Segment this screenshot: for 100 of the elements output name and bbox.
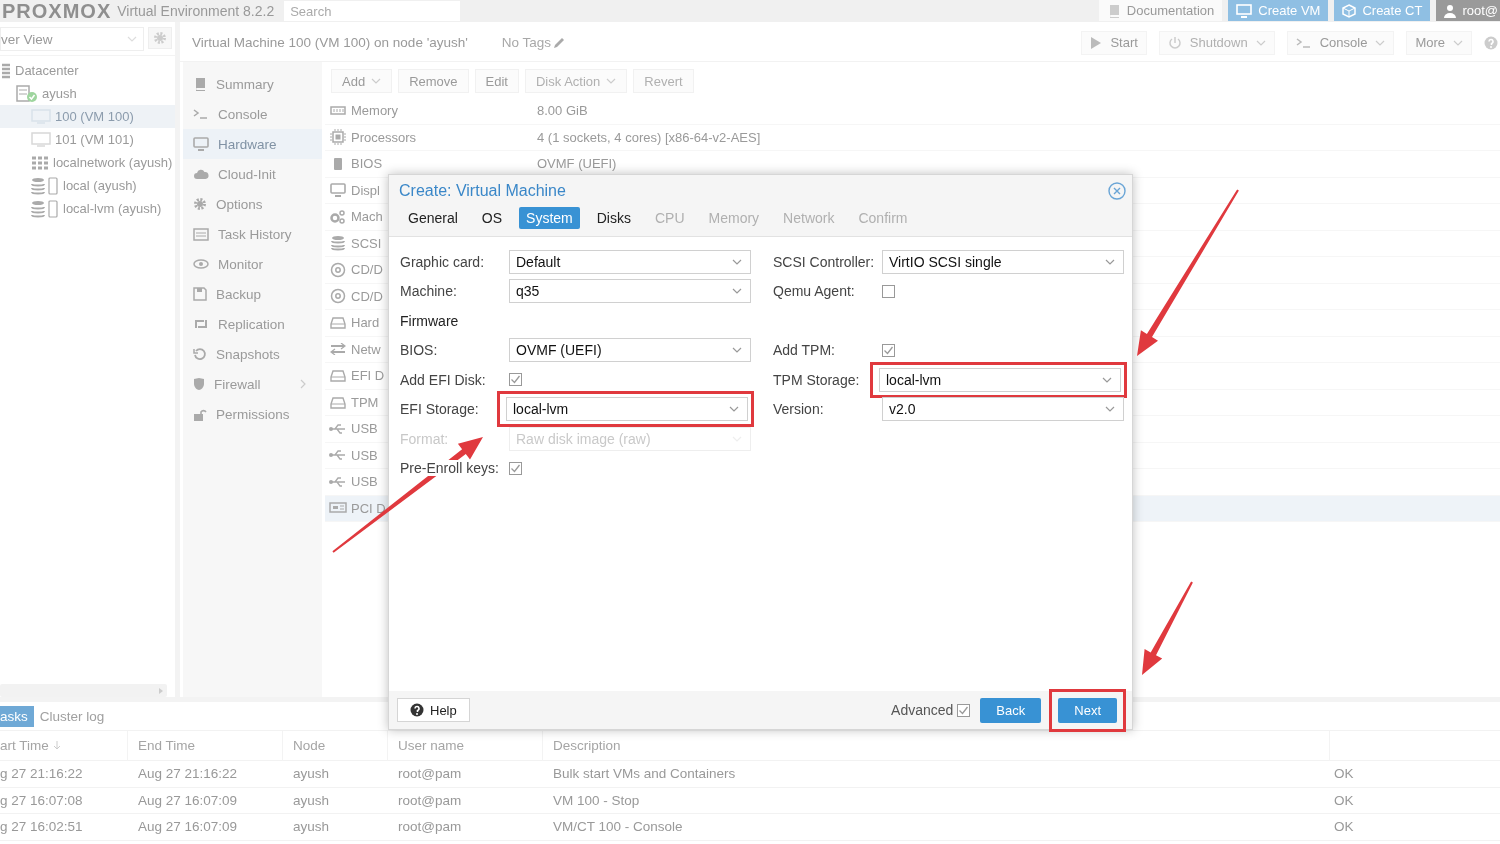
nav-item[interactable]: Options (183, 189, 322, 219)
table-cell: OK (1330, 761, 1500, 788)
settings-button[interactable] (148, 27, 172, 49)
search-field[interactable]: Search (284, 1, 461, 21)
memory-icon (330, 105, 346, 116)
dropdown[interactable]: v2.0 (882, 397, 1124, 422)
column-header[interactable]: Node (283, 731, 388, 761)
checkbox[interactable] (509, 373, 522, 387)
cpu-icon (330, 129, 346, 146)
create-vm-button[interactable]: Create VM (1228, 0, 1329, 21)
table-cell: OK (1330, 814, 1500, 841)
nav-item[interactable]: Summary (183, 69, 322, 99)
checkbox[interactable] (957, 703, 971, 717)
create-ct-button[interactable]: Create CT (1334, 0, 1431, 21)
tree-item[interactable]: local (ayush) (0, 174, 175, 197)
column-header[interactable]: User name (388, 731, 543, 761)
close-icon (1108, 181, 1126, 200)
nav-item[interactable]: Task History (183, 219, 322, 249)
tree-item[interactable]: localnetwork (ayush) (0, 151, 175, 174)
console-button[interactable]: Console (1286, 30, 1395, 55)
toolbar-button[interactable]: Edit (474, 69, 519, 93)
grid-icon (31, 155, 49, 170)
tree-item[interactable]: local-lvm (ayush) (0, 197, 175, 220)
help-button[interactable]: Help (397, 698, 470, 722)
more-button[interactable]: More (1406, 30, 1472, 55)
tab[interactable]: System (519, 207, 580, 229)
table-cell: Bulk start VMs and Containers (543, 761, 1330, 788)
caret-icon (606, 78, 617, 84)
tags-link[interactable]: No Tags (501, 35, 566, 50)
tree-item[interactable]: Datacenter (0, 59, 175, 82)
hardware-row[interactable]: Processors 4 (1 sockets, 4 cores) [x86-64-v2-AES] (325, 124, 1500, 151)
tree-item[interactable]: 100 (VM 100) (0, 105, 175, 128)
help-icon (1484, 35, 1498, 50)
caret-icon (1375, 39, 1386, 46)
tab[interactable]: OS (474, 207, 510, 229)
nav-item[interactable]: Cloud-Init (183, 159, 322, 189)
dropdown[interactable]: Default (509, 249, 751, 274)
caret-icon (1105, 258, 1115, 265)
dropdown[interactable]: local-lvm (879, 367, 1121, 392)
table-cell: Aug 27 16:07:09 (128, 787, 283, 814)
dropdown[interactable]: q35 (509, 279, 751, 304)
table-cell: OK (1330, 787, 1500, 814)
nav-item[interactable]: Monitor (183, 249, 322, 279)
toolbar-button[interactable]: Remove (398, 69, 469, 93)
caret-icon (127, 36, 137, 42)
checkbox[interactable] (882, 343, 895, 357)
tab[interactable]: Disks (589, 207, 638, 229)
nav-item[interactable]: Hardware (183, 129, 322, 159)
field-label: Pre-Enroll keys: (400, 460, 499, 477)
nav-item[interactable]: Console (183, 99, 322, 129)
caret-icon (732, 347, 742, 354)
toolbar-button[interactable]: Add (331, 69, 393, 93)
view-selector[interactable]: ver View (0, 27, 144, 51)
dropdown[interactable]: local-lvm (506, 397, 748, 422)
tree-item[interactable]: ayush (0, 82, 175, 105)
start-button[interactable]: Start (1081, 30, 1147, 55)
column-header[interactable]: End Time (128, 731, 283, 761)
checkbox[interactable] (509, 461, 522, 475)
gear-icon (153, 31, 167, 45)
usb-icon (329, 422, 347, 435)
scroll-arrow-icon[interactable] (157, 686, 165, 695)
user-menu-button[interactable]: root@ (1436, 0, 1500, 21)
nav-item[interactable]: Backup (183, 279, 322, 309)
documentation-button[interactable]: Documentation (1098, 0, 1223, 21)
checkbox[interactable] (882, 284, 895, 298)
scrollbar[interactable] (0, 684, 167, 697)
terminal-icon (1295, 35, 1312, 50)
drive-icon (330, 395, 346, 409)
nav-item[interactable]: Permissions (183, 399, 322, 429)
help-icon (410, 703, 424, 717)
column-header[interactable]: Description (543, 731, 1330, 761)
table-cell: root@pam (388, 814, 543, 841)
tree-item[interactable]: 101 (VM 101) (0, 128, 175, 151)
nav-item[interactable]: Firewall (183, 369, 322, 399)
shield-icon (193, 377, 205, 391)
back-button[interactable]: Back (980, 697, 1042, 723)
caret-icon (732, 258, 742, 265)
eye-icon (193, 259, 209, 269)
gears-icon (330, 209, 346, 224)
table-cell: VM/CT 100 - Console (543, 814, 1330, 841)
book-icon (193, 77, 207, 91)
column-header[interactable]: art Time (0, 731, 128, 761)
disc-icon (330, 261, 346, 278)
field-label: SCSI Controller: (773, 253, 875, 270)
table-cell: root@pam (388, 787, 543, 814)
page-title: Virtual Machine 100 (VM 100) on node 'ayush' (192, 35, 468, 50)
nav-item[interactable]: Replication (183, 309, 322, 339)
cloud-icon (193, 168, 209, 180)
dropdown[interactable]: VirtIO SCSI single (882, 249, 1124, 274)
tab[interactable]: Cluster log (39, 705, 111, 727)
nav-item[interactable]: Snapshots (183, 339, 322, 369)
caret-icon (371, 78, 382, 84)
tab[interactable]: asks (0, 705, 34, 727)
monitor-icon (193, 137, 209, 151)
section-heading: Firmware (400, 312, 459, 329)
table-cell: ayush (283, 787, 388, 814)
next-button[interactable]: Next (1058, 697, 1117, 723)
tab[interactable]: General (401, 207, 465, 229)
dropdown[interactable]: OVMF (UEFI) (509, 338, 751, 363)
hardware-row[interactable]: Memory 8.00 GiB (325, 98, 1500, 125)
